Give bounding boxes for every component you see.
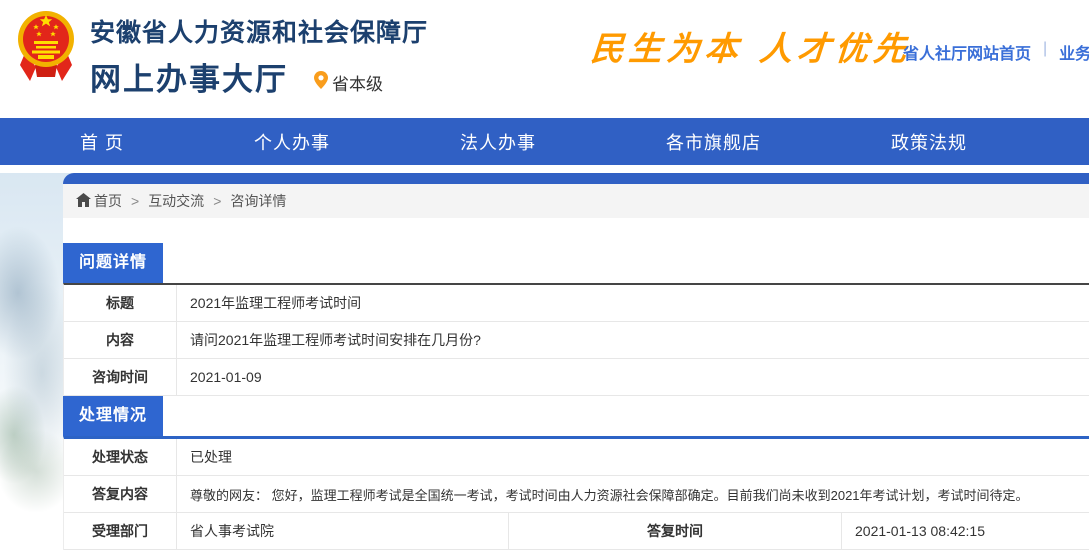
breadcrumb-current: 咨询详情 xyxy=(230,191,286,211)
row-value: 2021年监理工程师考试时间 xyxy=(177,285,1089,321)
table-row: 咨询时间 2021-01-09 xyxy=(64,359,1089,396)
page: 安徽省人力资源和社会保障厅 网上办事大厅 省本级 民生为本 人才优先 省人社厅网… xyxy=(0,0,1089,552)
table-row: 标题 2021年监理工程师考试时间 xyxy=(64,285,1089,322)
table-row: 内容 请问2021年监理工程师考试时间安排在几月份? xyxy=(64,322,1089,359)
site-header: 安徽省人力资源和社会保障厅 网上办事大厅 省本级 民生为本 人才优先 省人社厅网… xyxy=(0,0,1089,118)
row-value: 尊敬的网友： 您好，监理工程师考试是全国统一考试，考试时间由人力资源社会保障部确… xyxy=(177,476,1089,512)
breadcrumb-separator: > xyxy=(131,193,139,209)
header-links: 省人社厅网站首页 | 业务 xyxy=(903,40,1089,64)
nav-item-city-stores[interactable]: 各市旗舰店 xyxy=(666,129,761,155)
row-label: 处理状态 xyxy=(64,439,177,475)
home-icon xyxy=(76,193,91,210)
reply-time-value: 2021-01-13 08:42:15 xyxy=(842,513,1089,549)
org-name: 安徽省人力资源和社会保障厅 xyxy=(90,13,428,49)
breadcrumb-home[interactable]: 首页 xyxy=(76,191,122,211)
link-separator: | xyxy=(1043,40,1047,64)
main-nav: 首 页 个人办事 法人办事 各市旗舰店 政策法规 互动交流 xyxy=(0,118,1089,165)
row-label: 标题 xyxy=(64,285,177,321)
question-table: 标题 2021年监理工程师考试时间 内容 请问2021年监理工程师考试时间安排在… xyxy=(63,283,1089,396)
site-titles: 安徽省人力资源和社会保障厅 网上办事大厅 省本级 xyxy=(90,13,428,99)
link-business[interactable]: 业务 xyxy=(1059,40,1089,64)
location-pin-icon xyxy=(314,71,328,94)
nav-item-legal-entity[interactable]: 法人办事 xyxy=(460,129,536,155)
content-panel: 首页 > 互动交流 > 咨询详情 问题详情 标题 2021年监理工程师考试时间 … xyxy=(63,173,1089,552)
table-row: 受理部门 省人事考试院 答复时间 2021-01-13 08:42:15 xyxy=(64,513,1089,550)
row-value: 请问2021年监理工程师考试时间安排在几月份? xyxy=(177,322,1089,358)
row-label: 答复内容 xyxy=(64,476,177,512)
table-row: 处理状态 已处理 xyxy=(64,439,1089,476)
row-value: 2021-01-09 xyxy=(177,359,1089,395)
panel-top-bar xyxy=(63,173,1089,184)
nav-item-personal[interactable]: 个人办事 xyxy=(254,129,330,155)
breadcrumb-interaction[interactable]: 互动交流 xyxy=(148,191,204,211)
region-badge: 省本级 xyxy=(314,70,383,95)
row-label: 受理部门 xyxy=(64,513,177,549)
reply-dept-cell: 省人事考试院 xyxy=(177,513,509,549)
reply-time-label: 答复时间 xyxy=(509,513,842,549)
breadcrumb: 首页 > 互动交流 > 咨询详情 xyxy=(63,184,1089,218)
nav-item-policy[interactable]: 政策法规 xyxy=(891,129,967,155)
row-label: 咨询时间 xyxy=(64,359,177,395)
link-site-home[interactable]: 省人社厅网站首页 xyxy=(903,40,1031,64)
process-table: 处理状态 已处理 答复内容 尊敬的网友： 您好，监理工程师考试是全国统一考试，考… xyxy=(63,436,1089,550)
table-row: 答复内容 尊敬的网友： 您好，监理工程师考试是全国统一考试，考试时间由人力资源社… xyxy=(64,476,1089,513)
national-emblem-icon xyxy=(17,7,75,90)
site-slogan: 民生为本 人才优先 xyxy=(589,22,913,70)
breadcrumb-separator: > xyxy=(213,193,221,209)
row-label: 内容 xyxy=(64,322,177,358)
hall-name: 网上办事大厅 xyxy=(90,54,288,99)
question-details-tab: 问题详情 xyxy=(63,243,163,283)
region-badge-label: 省本级 xyxy=(332,70,383,95)
row-value: 已处理 xyxy=(177,439,1089,475)
process-status-tab: 处理情况 xyxy=(63,396,163,436)
page-background: 首页 > 互动交流 > 咨询详情 问题详情 标题 2021年监理工程师考试时间 … xyxy=(0,173,1089,552)
nav-item-home[interactable]: 首 页 xyxy=(80,129,124,155)
